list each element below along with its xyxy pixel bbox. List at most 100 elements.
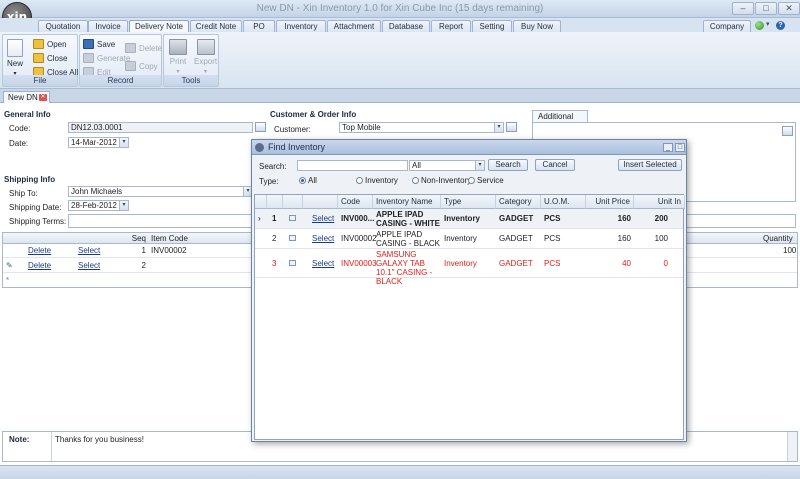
row-checkbox[interactable] (289, 234, 296, 243)
note-scrollbar[interactable] (787, 432, 797, 461)
new-row-icon[interactable]: * (6, 275, 9, 286)
print-button[interactable]: Print ▾ (169, 39, 187, 75)
table-row[interactable]: › 1 Select INV000... APPLE IPAD CASING -… (255, 209, 683, 229)
edit-code-icon[interactable] (255, 122, 266, 132)
checkbox-icon (289, 235, 296, 241)
quantity-header: Quantity (763, 234, 793, 243)
save-button[interactable]: Save (83, 39, 115, 49)
tab-quotation[interactable]: Quotation (38, 20, 88, 32)
export-button[interactable]: Export ▾ (194, 39, 217, 75)
folder-icon (33, 39, 44, 49)
open-label: Open (47, 39, 67, 49)
chevron-down-icon[interactable]: ▾ (494, 123, 503, 132)
chevron-down-icon[interactable]: ▾ (119, 201, 128, 210)
dialog-title-bar: Find Inventory _ □ (252, 140, 686, 155)
tab-credit-note[interactable]: Credit Note (190, 20, 242, 32)
chevron-down-icon[interactable]: ▾ (475, 161, 484, 170)
close-icon[interactable]: ✕ (39, 94, 47, 101)
delete-button[interactable]: Delete (125, 43, 162, 53)
select-link[interactable]: Select (312, 234, 334, 243)
tab-setting[interactable]: Setting (472, 20, 512, 32)
select-item-link[interactable]: Select (78, 260, 100, 271)
help-icon[interactable]: ? (776, 21, 785, 30)
price-cell: 40 (622, 259, 631, 268)
seq-cell: 2 (141, 261, 146, 270)
edit-customer-icon[interactable] (506, 122, 517, 132)
tab-database[interactable]: Database (382, 20, 430, 32)
doc-tab-new-dn[interactable]: New DN ✕ (3, 91, 50, 103)
online-status-icon[interactable] (755, 21, 764, 30)
tab-buy-now[interactable]: Buy Now (513, 20, 561, 32)
open-button[interactable]: Open (33, 39, 67, 49)
uom-cell: PCS (544, 259, 561, 268)
chevron-down-icon[interactable]: ▾ (766, 20, 770, 28)
edit-additional-info-icon[interactable] (782, 126, 793, 136)
tab-po[interactable]: PO (243, 20, 275, 32)
type-cell: Inventory (444, 234, 477, 243)
generate-button[interactable]: Generate (83, 53, 130, 63)
unit-price-header: Unit Price (586, 195, 634, 209)
select-link[interactable]: Select (312, 259, 334, 268)
insert-selected-button[interactable]: Insert Selected (618, 159, 682, 171)
doc-tab-label: New DN (8, 93, 38, 102)
item-code-cell[interactable]: INV00002 (151, 245, 187, 256)
window-title: New DN - Xin Inventory 1.0 for Xin Cube … (256, 3, 544, 14)
search-label: Search: (259, 162, 287, 171)
copy-button[interactable]: Copy (125, 61, 158, 71)
maximize-button[interactable]: □ (755, 2, 777, 15)
chevron-down-icon[interactable]: ▾ (119, 138, 128, 147)
dialog-app-icon (255, 143, 264, 152)
delete-label: Delete (139, 43, 163, 53)
delete-row-link[interactable]: Delete (28, 245, 51, 256)
select-item-link[interactable]: Select (78, 245, 100, 256)
customer-field[interactable]: Top Mobile ▾ (339, 122, 504, 133)
tab-attachment[interactable]: Attachment (327, 20, 381, 32)
select-link[interactable]: Select (312, 214, 334, 223)
type-radio-non-inventory[interactable]: Non-Inventory (412, 176, 471, 185)
search-input[interactable] (297, 160, 408, 171)
tab-invoice[interactable]: Invoice (88, 20, 128, 32)
type-inventory-label: Inventory (365, 176, 398, 185)
category-header: Category (496, 195, 541, 209)
type-radio-inventory[interactable]: Inventory (356, 176, 398, 185)
code-cell: INV000... (341, 214, 375, 223)
minimize-button[interactable]: – (732, 2, 754, 15)
type-radio-service[interactable]: Service (468, 176, 504, 185)
copy-label: Copy (139, 61, 158, 71)
delete-row-link[interactable]: Delete (28, 260, 51, 271)
type-radio-all[interactable]: All (299, 176, 317, 185)
ship-to-field[interactable]: John Michaels ▾ (68, 186, 253, 197)
name-cell: SAMSUNG GALAXY TAB 10.1" CASING - BLACK (376, 250, 433, 286)
shipping-date-field[interactable]: 28-Feb-2012 ▾ (68, 200, 129, 211)
tab-additional-info[interactable]: Additional Info (532, 110, 588, 132)
table-row[interactable]: 2 Select INV00002 APPLE IPAD CASING - BL… (255, 229, 683, 249)
checkbox-header (283, 195, 303, 209)
date-field[interactable]: 14-Mar-2012 ▾ (68, 137, 129, 148)
copy-icon (125, 61, 136, 71)
new-label: New (7, 59, 24, 68)
dialog-minimize-button[interactable]: _ (663, 143, 673, 152)
table-row[interactable]: 3 Select INV00003 SAMSUNG GALAXY TAB 10.… (255, 249, 683, 286)
tab-report[interactable]: Report (431, 20, 471, 32)
tab-inventory[interactable]: Inventory (276, 20, 326, 32)
shipping-terms-label: Shipping Terms: (9, 217, 67, 226)
status-bar (0, 465, 800, 479)
save-icon (83, 39, 94, 49)
shipping-date-value: 28-Feb-2012 (71, 201, 117, 210)
ribbon: New ▾ Open Close Close All File Save Gen… (0, 32, 800, 89)
dialog-maximize-button[interactable]: □ (675, 143, 685, 152)
quantity-cell[interactable]: 100 (783, 245, 796, 256)
row-checkbox[interactable] (289, 214, 296, 223)
tab-delivery-note[interactable]: Delivery Note (129, 20, 189, 32)
close-button[interactable]: Close (33, 53, 67, 63)
new-button[interactable]: New ▾ (7, 39, 23, 77)
code-field[interactable]: DN12.03.0001 (68, 122, 253, 133)
new-document-icon (7, 39, 23, 57)
filter-dropdown[interactable]: All ▾ (409, 160, 485, 171)
search-button[interactable]: Search (488, 159, 528, 171)
row-checkbox[interactable] (289, 259, 296, 268)
cancel-button[interactable]: Cancel (535, 159, 575, 171)
shipping-date-label: Shipping Date: (9, 203, 62, 212)
company-button[interactable]: Company (703, 20, 751, 32)
close-window-button[interactable]: ✕ (778, 2, 800, 15)
